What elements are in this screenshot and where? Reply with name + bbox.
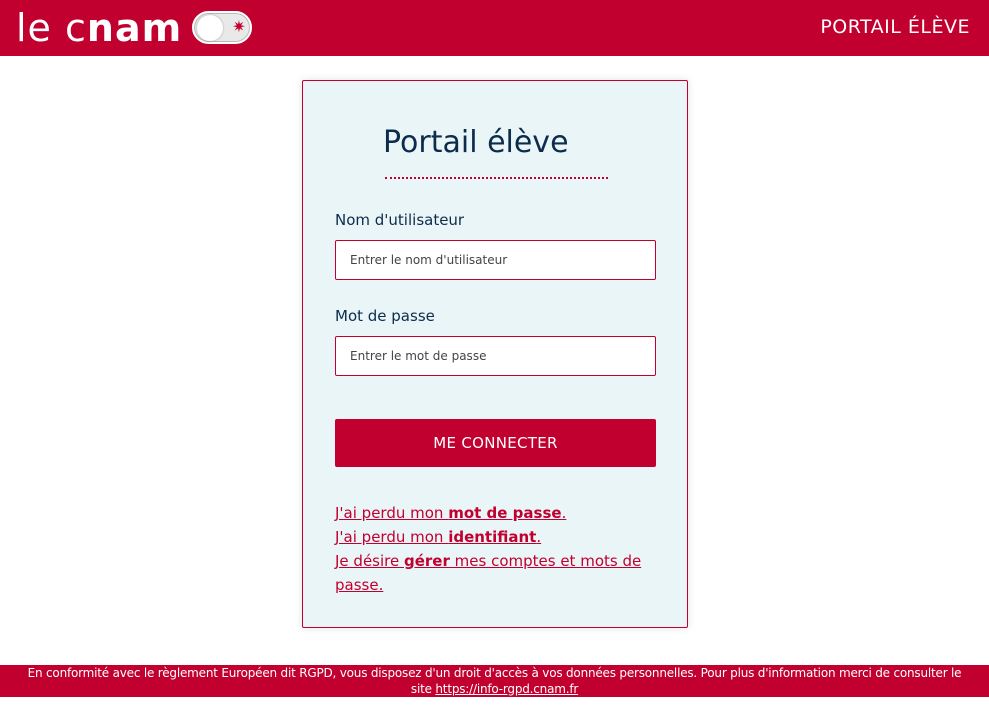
theme-toggle[interactable]: ✷ [192,11,252,44]
help-links: J'ai perdu mon mot de passe. J'ai perdu … [335,501,656,597]
lost-id-link[interactable]: J'ai perdu mon identifiant. [335,525,656,549]
gdpr-footer: En conformité avec le règlement Européen… [0,665,989,697]
manage-prefix: Je désire [335,552,404,570]
lost-password-suffix: . [561,504,567,522]
sun-icon: ✷ [232,17,246,36]
login-button[interactable]: ME CONNECTER [335,419,656,467]
top-header: le cnam ✷ PORTAIL ÉLÈVE [0,0,989,56]
lost-password-bold: mot de passe [448,504,562,522]
lost-password-prefix: J'ai perdu mon [335,504,449,522]
login-card: Portail élève Nom d'utilisateur Mot de p… [302,80,688,628]
username-label: Nom d'utilisateur [335,211,465,229]
lost-id-prefix: J'ai perdu mon [335,528,449,546]
lost-password-link[interactable]: J'ai perdu mon mot de passe. [335,501,656,525]
title-underline [385,177,608,179]
cnam-logo[interactable]: le cnam [16,6,182,50]
portal-title: PORTAIL ÉLÈVE [820,16,970,38]
manage-bold: gérer [404,552,450,570]
lost-id-suffix: . [536,528,542,546]
toggle-knob [197,15,223,41]
manage-accounts-link[interactable]: Je désire gérer mes comptes et mots de p… [335,549,656,597]
password-input[interactable] [335,336,656,376]
logo-prefix: le c [16,6,87,50]
lost-id-bold: identifiant [448,528,537,546]
username-input[interactable] [335,240,656,280]
gdpr-link[interactable]: https://info-rgpd.cnam.fr [435,682,578,696]
password-label: Mot de passe [335,307,435,325]
logo-bold: nam [86,6,183,50]
card-title: Portail élève [383,125,569,160]
